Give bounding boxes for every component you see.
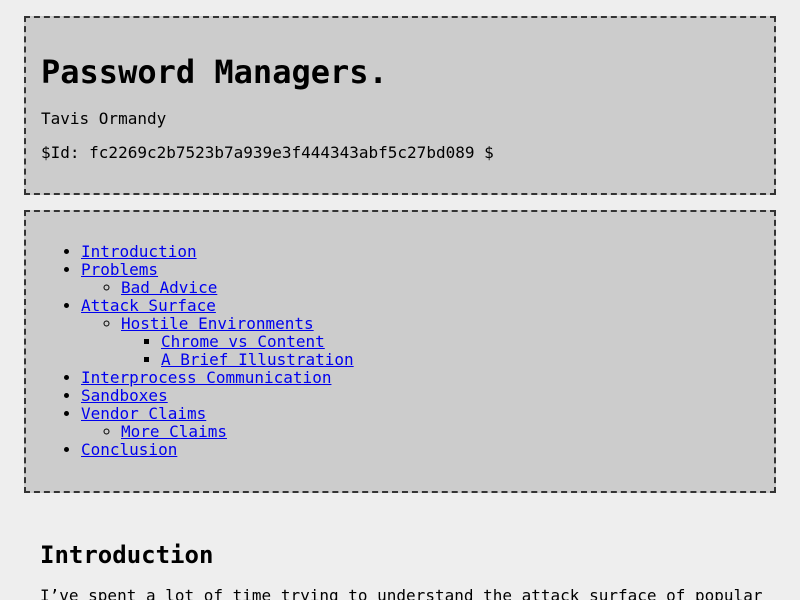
revision-id: $Id: fc2269c2b7523b7a939e3f444343abf5c27… <box>41 143 494 162</box>
toc-link-introduction[interactable]: Introduction <box>81 242 197 261</box>
toc-item: Attack Surface Hostile Environments Chro… <box>81 297 354 369</box>
toc-sublist: Hostile Environments Chrome vs Content A… <box>81 315 354 369</box>
toc-link-chrome-vs-content[interactable]: Chrome vs Content <box>161 332 325 351</box>
toc-item: Sandboxes <box>81 387 354 405</box>
toc-sublist: Bad Advice <box>81 279 354 297</box>
toc-link-vendor-claims[interactable]: Vendor Claims <box>81 404 206 423</box>
toc-subitem: Hostile Environments Chrome vs Content A… <box>121 315 354 369</box>
toc-link-sandboxes[interactable]: Sandboxes <box>81 386 168 405</box>
toc-subsublist: Chrome vs Content A Brief Illustration <box>121 333 354 369</box>
toc-subsubitem: A Brief Illustration <box>161 351 354 369</box>
toc-link-brief-illustration[interactable]: A Brief Illustration <box>161 350 354 369</box>
toc-link-interprocess-communication[interactable]: Interprocess Communication <box>81 368 331 387</box>
toc-item: Problems Bad Advice <box>81 261 354 297</box>
toc-item: Interprocess Communication <box>81 369 354 387</box>
toc-list: Introduction Problems Bad Advice Attack … <box>41 243 354 459</box>
toc-sublist: More Claims <box>81 423 354 441</box>
toc-item: Conclusion <box>81 441 354 459</box>
page: Password Managers. Tavis Ormandy $Id: fc… <box>0 0 800 600</box>
toc-link-problems[interactable]: Problems <box>81 260 158 279</box>
table-of-contents: Introduction Problems Bad Advice Attack … <box>24 210 776 493</box>
toc-item: Vendor Claims More Claims <box>81 405 354 441</box>
author-name: Tavis Ormandy <box>41 109 167 128</box>
toc-link-conclusion[interactable]: Conclusion <box>81 440 177 459</box>
toc-subitem: More Claims <box>121 423 354 441</box>
toc-subsubitem: Chrome vs Content <box>161 333 354 351</box>
introduction-paragraph: I’ve spent a lot of time trying to under… <box>40 586 763 600</box>
toc-item: Introduction <box>81 243 354 261</box>
toc-link-bad-advice[interactable]: Bad Advice <box>121 278 217 297</box>
toc-link-more-claims[interactable]: More Claims <box>121 422 227 441</box>
toc-subitem: Bad Advice <box>121 279 354 297</box>
document-title: Password Managers. <box>41 53 388 91</box>
toc-link-hostile-environments[interactable]: Hostile Environments <box>121 314 314 333</box>
toc-link-attack-surface[interactable]: Attack Surface <box>81 296 216 315</box>
section-heading-introduction: Introduction <box>40 541 214 569</box>
document-header: Password Managers. Tavis Ormandy $Id: fc… <box>24 16 776 195</box>
